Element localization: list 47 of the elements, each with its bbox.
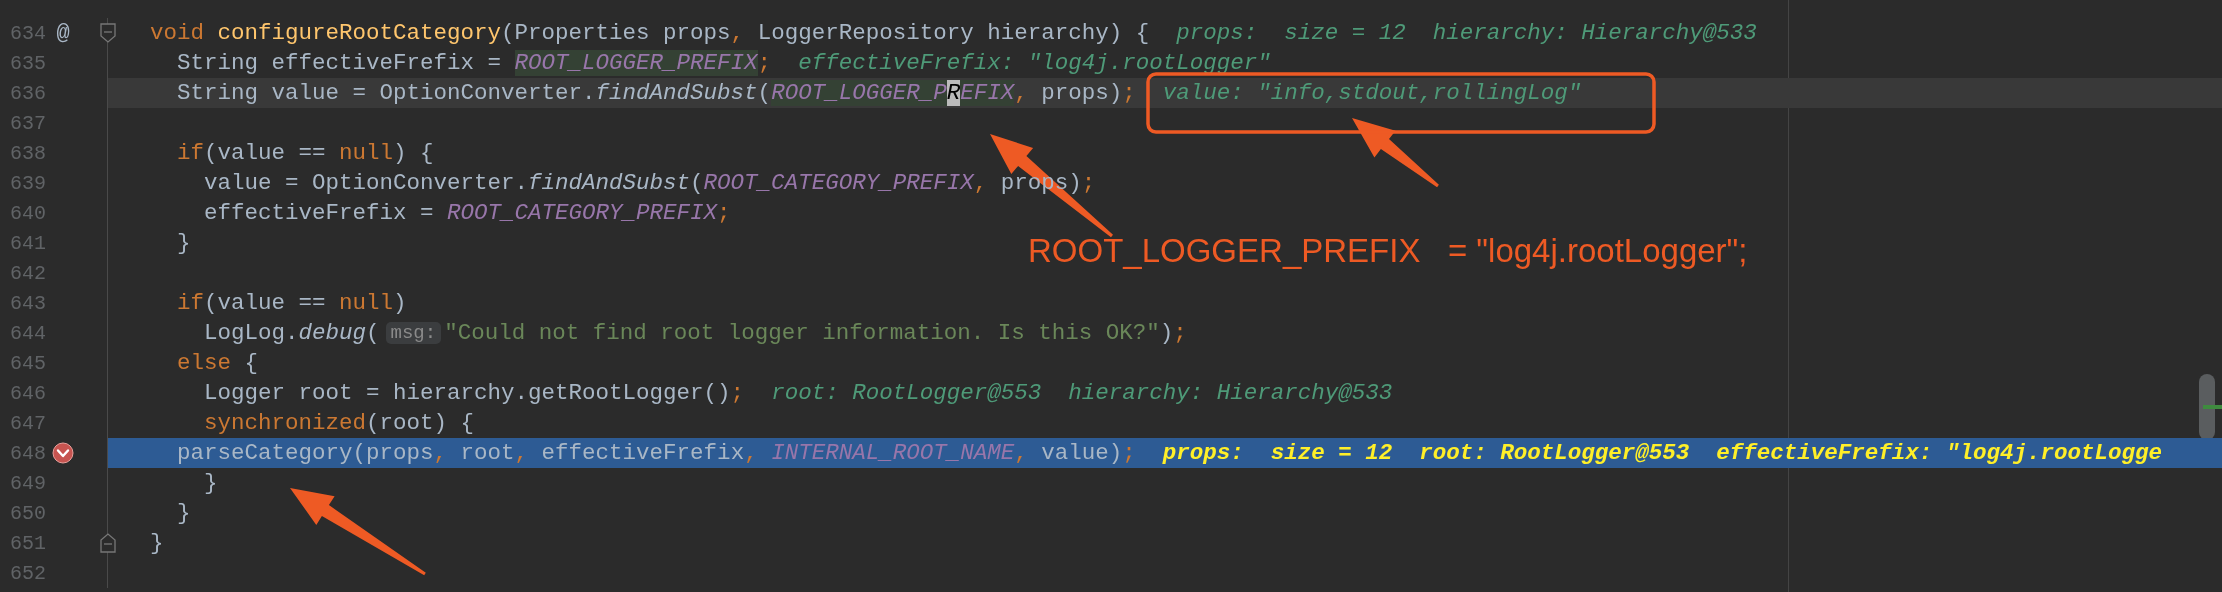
code-line: } (176, 500, 191, 526)
code-line: if(value == null) { (176, 140, 434, 166)
line-number: 639 (9, 171, 46, 195)
code-line: } (203, 470, 218, 496)
annotation-text: ROOT_LOGGER_PREFIX = "log4j.rootLogger"; (1028, 232, 1748, 270)
code-line: parseCategory(props, root, effectiveFrefix, INTERNAL_ROOT_NAME, value); (176, 440, 1136, 466)
parameter-hint: msg: (385, 322, 442, 344)
gutter-marker[interactable]: @ (56, 20, 70, 46)
code-line: effectiveFrefix = ROOT_CATEGORY_PREFIX; (203, 200, 731, 226)
line-number: 647 (9, 411, 46, 435)
inline-value-hint: props: size = 12 root: RootLogger@553 effectiveFrefix: "log4j.rootLogge (1162, 440, 2162, 466)
change-marker (2203, 405, 2222, 409)
breakpoint-icon[interactable] (52, 442, 74, 464)
line-number: 650 (9, 501, 46, 525)
fold-icon[interactable] (100, 23, 116, 43)
line-number: 645 (9, 351, 46, 375)
code-line: synchronized(root) { (203, 410, 475, 436)
line-number: 637 (9, 111, 46, 135)
line-number: 648 (9, 441, 46, 465)
inline-value-hint: value: "info,stdout,rollingLog" (1162, 80, 1582, 106)
line-number: 643 (9, 291, 46, 315)
line-number: 649 (9, 471, 46, 495)
fold-icon[interactable] (100, 533, 116, 553)
inline-value-hint: props: size = 12 hierarchy: Hierarchy@533 (1176, 20, 1757, 46)
code-line: } (150, 530, 164, 556)
line-number: 638 (9, 141, 46, 165)
line-number: 636 (9, 81, 46, 105)
inline-value-hint: effectiveFrefix: "log4j.rootLogger" (798, 50, 1271, 76)
inline-value-hint: root: RootLogger@553 hierarchy: Hierarchy@533 (771, 380, 1393, 406)
line-number: 634 (9, 21, 46, 45)
code-line: Logger root = hierarchy.getRootLogger(); (203, 380, 745, 406)
line-number: 640 (9, 201, 46, 225)
code-line: else { (176, 350, 259, 376)
line-number: 641 (9, 231, 46, 255)
code-line: void configureRootCategory(Properties props, LoggerRepository hierarchy) { (150, 20, 1150, 46)
scrollbar-thumb[interactable] (2199, 374, 2215, 440)
code-line: LogLog.debug( (203, 320, 380, 346)
code-line: "Could not find root logger information. Is this OK?"); (444, 320, 1187, 346)
line-number: 646 (9, 381, 46, 405)
line-number: 635 (9, 51, 46, 75)
line-number: 644 (9, 321, 46, 345)
code-line: String effectiveFrefix = ROOT_LOGGER_PREFIX; (176, 50, 772, 76)
code-line: } (176, 230, 191, 256)
code-line: if(value == null) (176, 290, 407, 316)
line-number: 652 (9, 561, 46, 585)
line-number: 651 (9, 531, 46, 555)
line-number: 642 (9, 261, 46, 285)
